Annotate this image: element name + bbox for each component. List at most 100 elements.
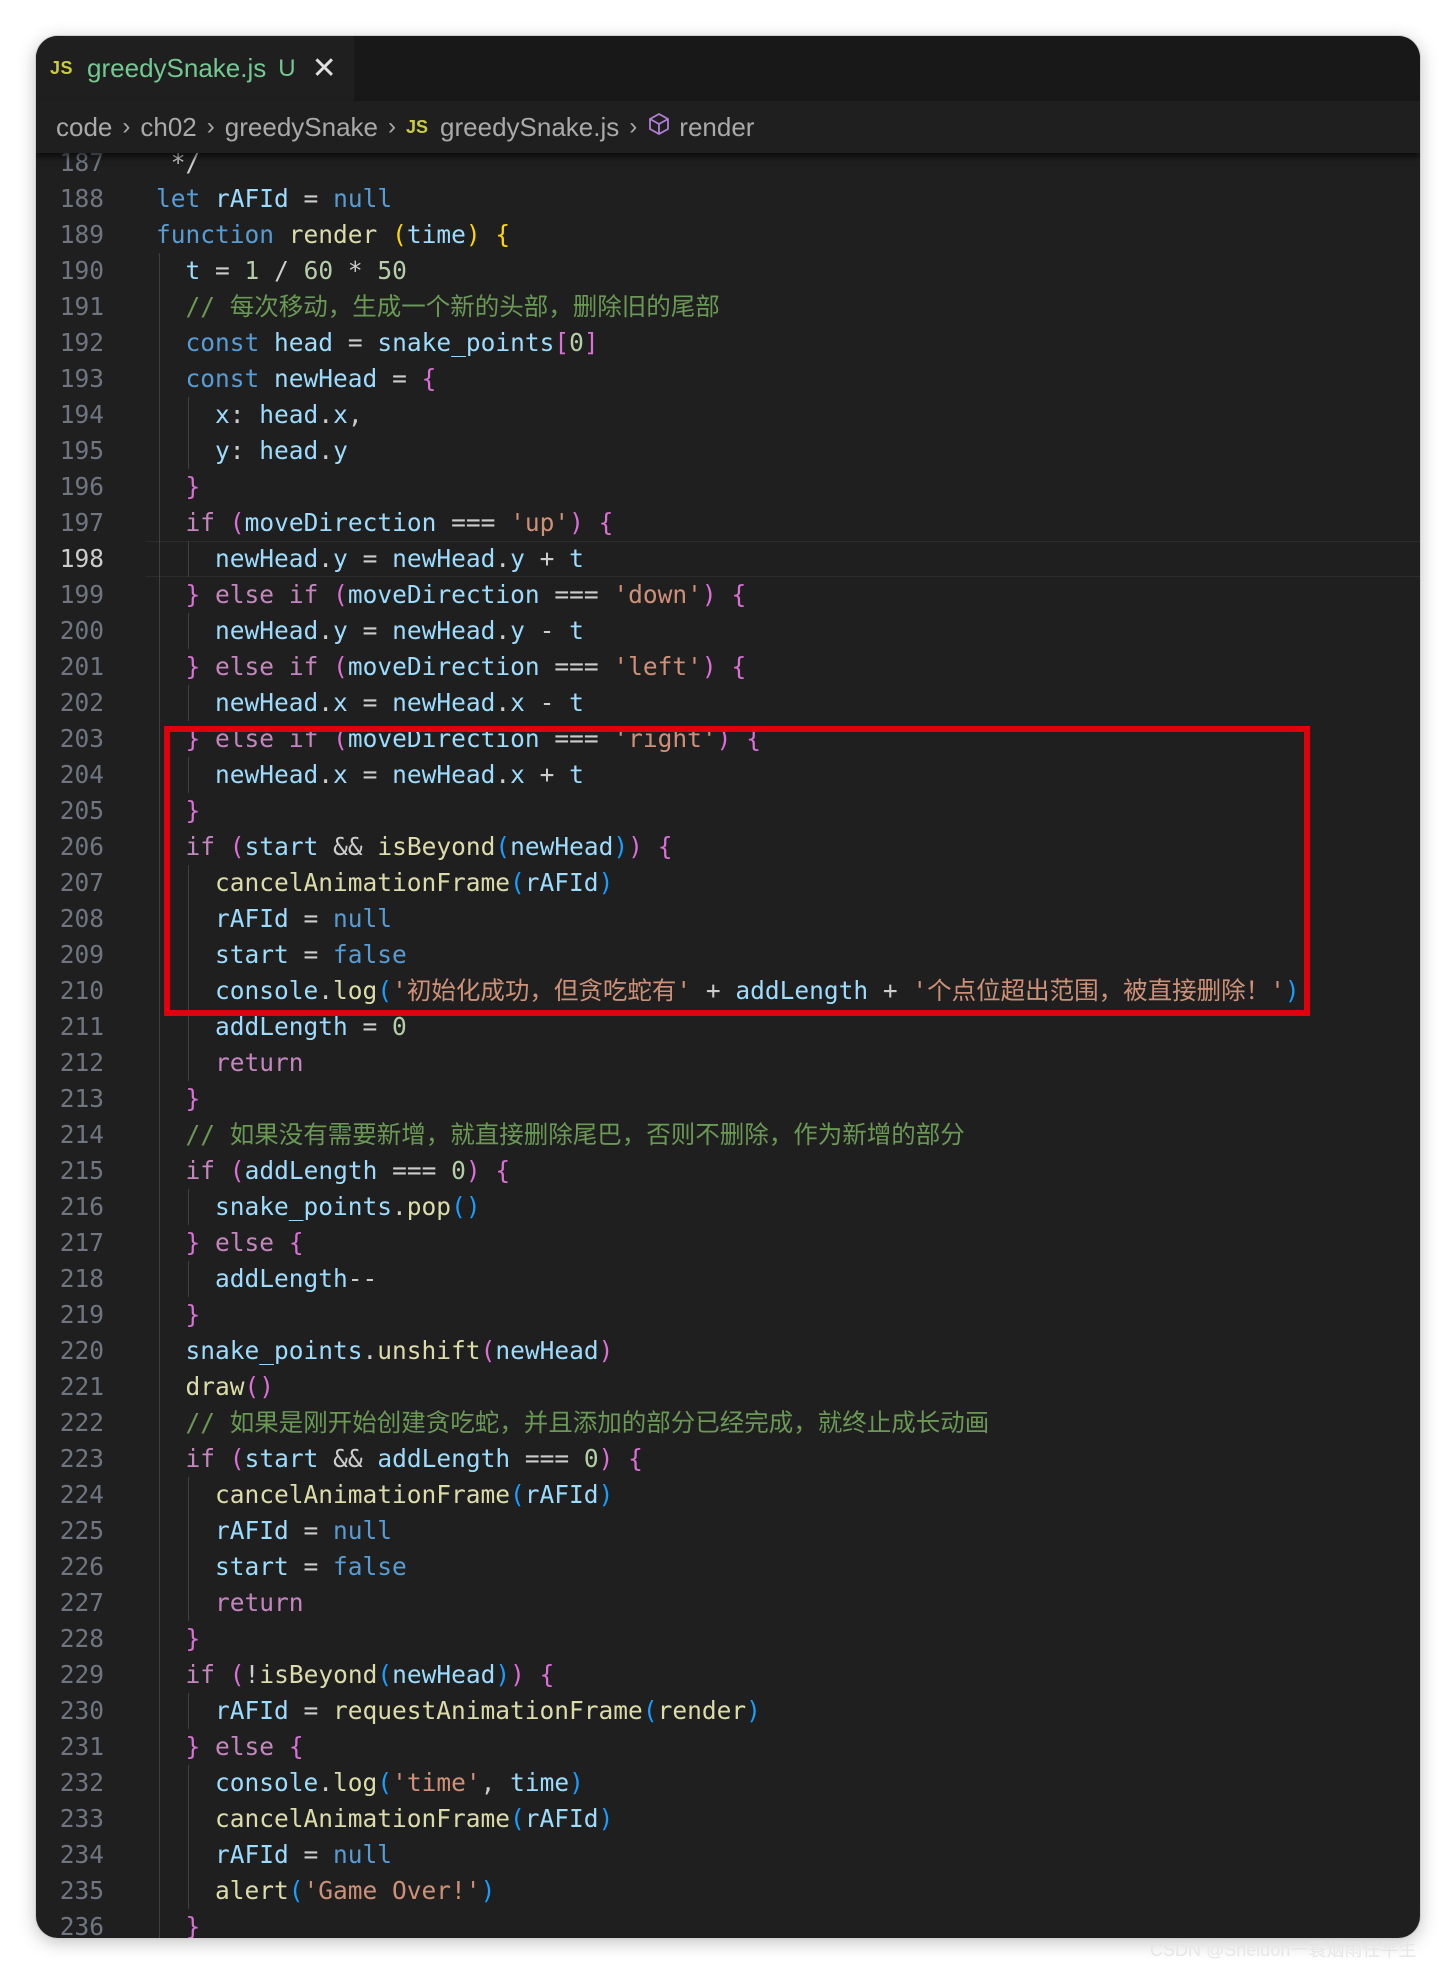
code-line[interactable]: 218 addLength-- (36, 1261, 1420, 1297)
code-text: rAFId = requestAnimationFrame(render) (215, 1696, 761, 1725)
code-line[interactable]: 216 snake_points.pop() (36, 1189, 1420, 1225)
code-line[interactable]: 233 cancelAnimationFrame(rAFId) (36, 1801, 1420, 1837)
code-line[interactable]: 200 newHead.y = newHead.y - t (36, 613, 1420, 649)
indent-guide (159, 577, 160, 613)
code-line[interactable]: 226 start = false (36, 1549, 1420, 1585)
indent-guide (159, 1009, 160, 1045)
code-line[interactable]: 187 */ (36, 153, 1420, 181)
code-line[interactable]: 229 if (!isBeyond(newHead)) { (36, 1657, 1420, 1693)
code-text: // 如果没有需要新增，就直接删除尾巴，否则不删除，作为新增的部分 (185, 1120, 965, 1149)
line-number: 198 (59, 544, 104, 573)
line-number: 221 (59, 1372, 104, 1401)
code-line[interactable]: 217 } else { (36, 1225, 1420, 1261)
code-line[interactable]: 188 let rAFId = null (36, 181, 1420, 217)
code-text: rAFId = null (215, 1516, 393, 1545)
indent-guide (159, 613, 160, 649)
code-line[interactable]: 199 } else if (moveDirection === 'down')… (36, 577, 1420, 613)
indent-guide (188, 1765, 190, 1801)
line-number: 234 (59, 1840, 104, 1869)
line-number: 206 (59, 832, 104, 861)
indent-guide (159, 1837, 160, 1873)
code-text: } (185, 1300, 201, 1329)
code-line[interactable]: 189 function render (time) { (36, 217, 1420, 253)
code-line[interactable]: 213 } (36, 1081, 1420, 1117)
line-number: 201 (59, 652, 104, 681)
code-editor[interactable]: 187 */ 188 let rAFId = null 189 function ren… (36, 153, 1420, 1938)
code-line[interactable]: 219 } (36, 1297, 1420, 1333)
code-line[interactable]: 198 newHead.y = newHead.y + t (36, 541, 1420, 577)
indent-guide (159, 469, 160, 505)
code-line[interactable]: 228 } (36, 1621, 1420, 1657)
code-line[interactable]: 236 } (36, 1909, 1420, 1938)
code-line[interactable]: 215 if (addLength === 0) { (36, 1153, 1420, 1189)
indent-guide (159, 505, 160, 541)
indent-guide (159, 937, 160, 973)
indent-guide (188, 1261, 190, 1297)
code-line[interactable]: 190 t = 1 / 60 * 50 (36, 253, 1420, 289)
indent-guide (188, 1513, 190, 1549)
line-number: 226 (59, 1552, 104, 1581)
breadcrumb-item-render[interactable]: render (679, 112, 754, 143)
code-line[interactable]: 230 rAFId = requestAnimationFrame(render… (36, 1693, 1420, 1729)
indent-guide (159, 1909, 160, 1938)
line-number: 187 (59, 153, 104, 177)
line-number: 228 (59, 1624, 104, 1653)
tab-greedysnake-js[interactable]: JS greedySnake.js U ✕ (36, 36, 354, 101)
line-number: 205 (59, 796, 104, 825)
chevron-right-icon: › (206, 113, 215, 140)
indent-guide (159, 1261, 160, 1297)
close-icon[interactable]: ✕ (312, 53, 337, 84)
code-line[interactable]: 191 // 每次移动，生成一个新的头部，删除旧的尾部 (36, 289, 1420, 325)
code-line[interactable]: 201 } else if (moveDirection === 'left')… (36, 649, 1420, 685)
breadcrumb-item-greedysnake[interactable]: greedySnake (225, 112, 378, 143)
code-line[interactable]: 220 snake_points.unshift(newHead) (36, 1333, 1420, 1369)
indent-guide (159, 649, 160, 685)
code-line[interactable]: 231 } else { (36, 1729, 1420, 1765)
line-number: 227 (59, 1588, 104, 1617)
indent-guide (159, 973, 160, 1009)
code-line[interactable]: 221 draw() (36, 1369, 1420, 1405)
code-line[interactable]: 227 return (36, 1585, 1420, 1621)
watermark: CSDN @Sheldon一蓑烟雨任平生 (1150, 1940, 1417, 1960)
code-line[interactable]: 196 } (36, 469, 1420, 505)
code-line[interactable]: 235 alert('Game Over!') (36, 1873, 1420, 1909)
line-number: 215 (59, 1156, 104, 1185)
code-line[interactable]: 223 if (start && addLength === 0) { (36, 1441, 1420, 1477)
code-line[interactable]: 202 newHead.x = newHead.x - t (36, 685, 1420, 721)
indent-guide (188, 397, 190, 433)
code-line[interactable]: 197 if (moveDirection === 'up') { (36, 505, 1420, 541)
code-line[interactable]: 224 cancelAnimationFrame(rAFId) (36, 1477, 1420, 1513)
code-line[interactable]: 225 rAFId = null (36, 1513, 1420, 1549)
code-text: console.log('time', time) (215, 1768, 584, 1797)
indent-guide (159, 1333, 160, 1369)
code-line[interactable]: 192 const head = snake_points[0] (36, 325, 1420, 361)
line-number: 202 (59, 688, 104, 717)
breadcrumb: code › ch02 › greedySnake › JS greedySna… (36, 101, 1420, 153)
code-line[interactable]: 232 console.log('time', time) (36, 1765, 1420, 1801)
breadcrumb-item-ch02[interactable]: ch02 (140, 112, 196, 143)
code-text: y: head.y (215, 436, 348, 465)
indent-guide (159, 829, 160, 865)
code-line[interactable]: 194 x: head.x, (36, 397, 1420, 433)
indent-guide (159, 1477, 160, 1513)
line-number: 235 (59, 1876, 104, 1905)
code-line[interactable]: 234 rAFId = null (36, 1837, 1420, 1873)
breadcrumb-item-file[interactable]: greedySnake.js (440, 112, 619, 143)
line-number: 236 (59, 1912, 104, 1938)
indent-guide (188, 1585, 190, 1621)
indent-guide (159, 1225, 160, 1261)
code-text: return (215, 1588, 304, 1617)
line-number: 192 (59, 328, 104, 357)
code-line[interactable]: 222 // 如果是刚开始创建贪吃蛇，并且添加的部分已经完成，就终止成长动画 (36, 1405, 1420, 1441)
code-line[interactable]: 193 const newHead = { (36, 361, 1420, 397)
code-line[interactable]: 214 // 如果没有需要新增，就直接删除尾巴，否则不删除，作为新增的部分 (36, 1117, 1420, 1153)
code-line[interactable]: 212 return (36, 1045, 1420, 1081)
breadcrumb-item-code[interactable]: code (56, 112, 112, 143)
code-text: x: head.x, (215, 400, 363, 429)
indent-guide (159, 685, 160, 721)
line-number: 216 (59, 1192, 104, 1221)
code-text: const head = snake_points[0] (185, 328, 599, 357)
line-number: 219 (59, 1300, 104, 1329)
code-line[interactable]: 195 y: head.y (36, 433, 1420, 469)
indent-guide (159, 1189, 160, 1225)
